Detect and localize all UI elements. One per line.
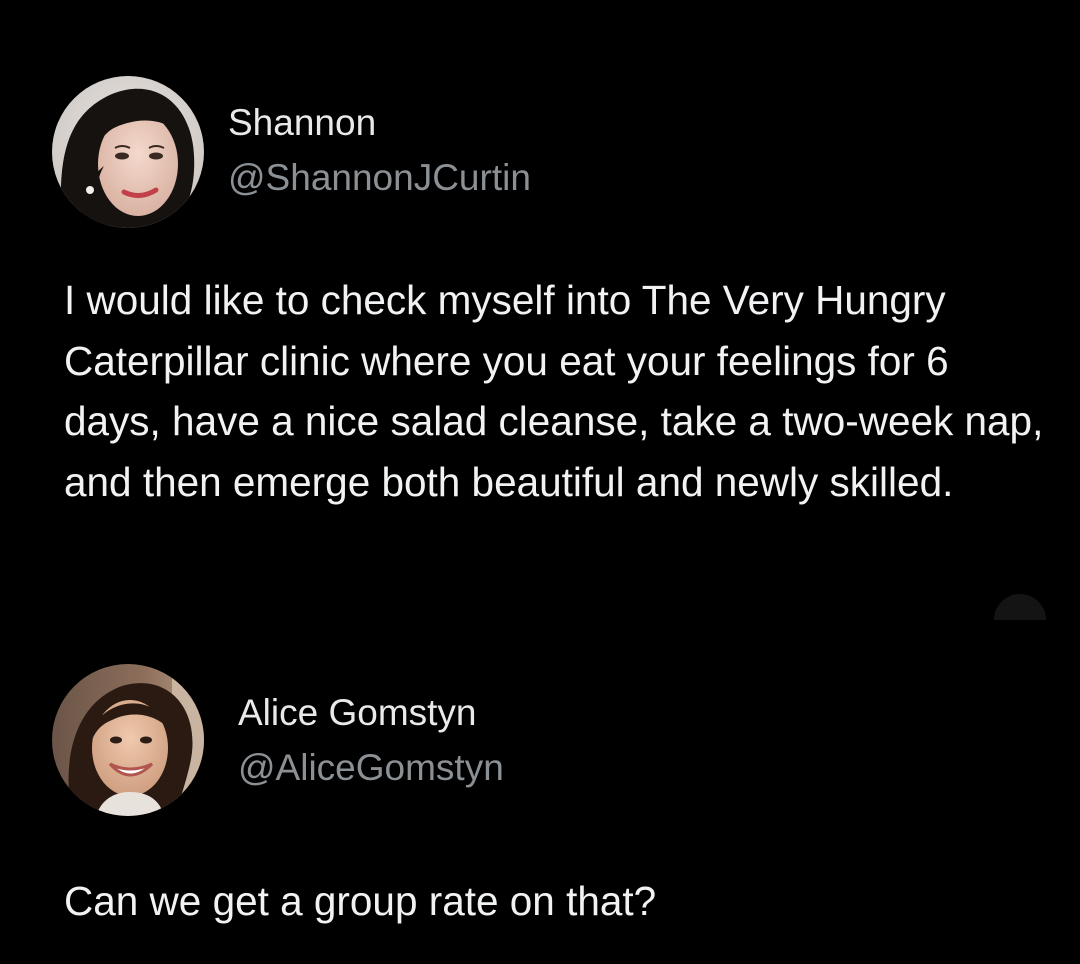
display-name[interactable]: Shannon (228, 101, 376, 145)
user-handle[interactable]: @AliceGomstyn (238, 746, 504, 790)
tweet-text: I would like to check myself into The Ve… (64, 277, 1044, 505)
avatar-alice[interactable] (52, 664, 204, 816)
tweet-text: Can we get a group rate on that? (64, 878, 657, 924)
profile-photo-icon (52, 76, 204, 228)
avatar-shannon[interactable] (52, 76, 204, 228)
display-name[interactable]: Alice Gomstyn (238, 691, 477, 735)
user-handle[interactable]: @ShannonJCurtin (228, 156, 531, 200)
partial-button-edge (994, 594, 1046, 620)
profile-photo-icon (52, 664, 204, 816)
